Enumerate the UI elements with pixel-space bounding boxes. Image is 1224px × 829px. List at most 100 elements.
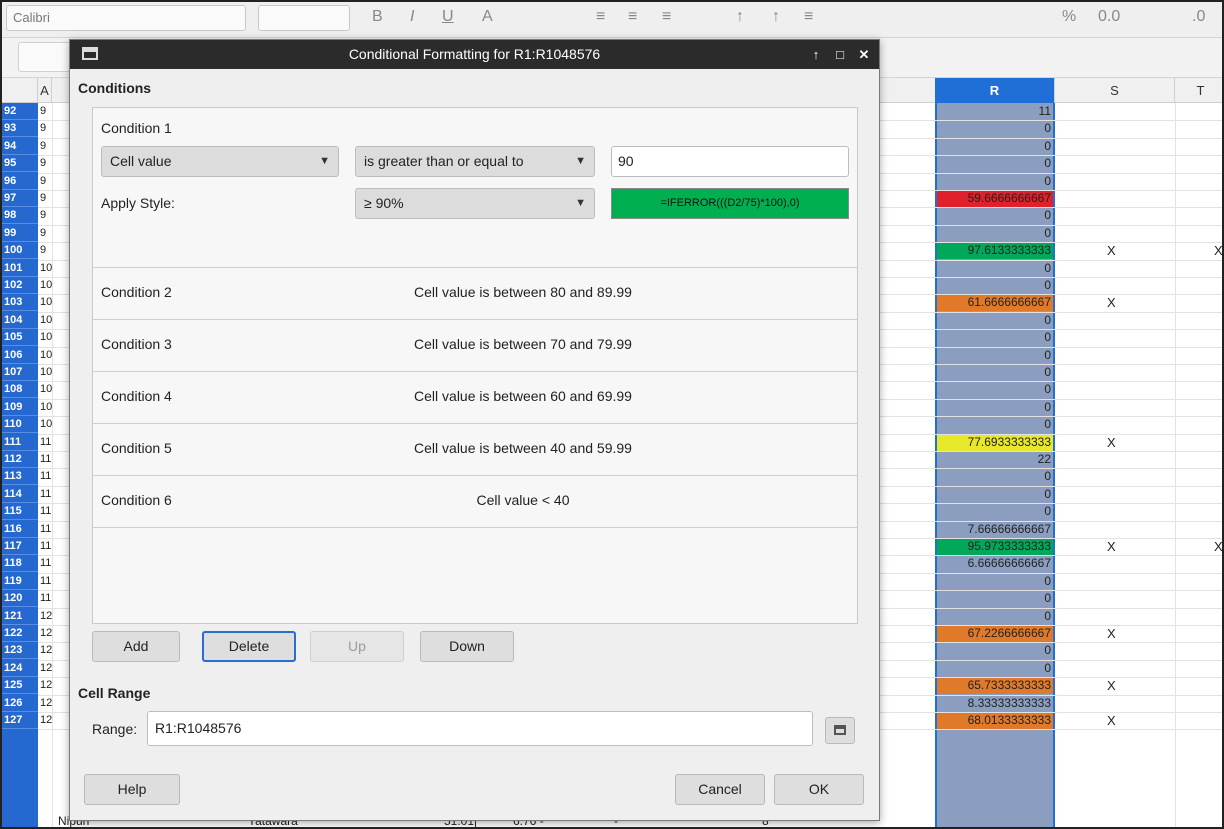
cell-r[interactable]: 0 (937, 486, 1053, 503)
cell-a[interactable]: 11 (40, 486, 52, 503)
cell-r[interactable]: 0 (937, 347, 1053, 364)
cell-s[interactable]: X (1107, 677, 1121, 694)
cancel-button[interactable]: Cancel (675, 774, 765, 805)
cell-a[interactable]: 11 (40, 573, 52, 590)
cell-a[interactable]: 10 (40, 294, 52, 311)
cell-r[interactable]: 0 (937, 381, 1053, 398)
cell-s[interactable]: X (1107, 625, 1121, 642)
cell-r[interactable]: 0 (937, 312, 1053, 329)
keep-above-icon[interactable]: ↑ (806, 40, 826, 69)
condition-type-dropdown[interactable]: Cell value ▼ (101, 146, 339, 177)
cell-a[interactable]: 11 (40, 451, 52, 468)
cell-a[interactable]: 9 (40, 120, 52, 137)
cell-r[interactable]: 7.66666666667 (937, 521, 1053, 538)
cell-a[interactable]: 9 (40, 103, 52, 120)
cell-a[interactable]: 10 (40, 364, 52, 381)
row-header[interactable]: 116 (2, 521, 38, 538)
cell-a[interactable]: 10 (40, 399, 52, 416)
shrink-dialog-button[interactable] (825, 717, 855, 744)
cell-r[interactable]: 0 (937, 642, 1053, 659)
cell-a[interactable]: 126 (40, 712, 52, 729)
cell-r[interactable]: 0 (937, 503, 1053, 520)
cell-a[interactable]: 9 (40, 207, 52, 224)
row-header[interactable]: 106 (2, 347, 38, 364)
cell-r[interactable]: 0 (937, 573, 1053, 590)
row-header[interactable]: 109 (2, 399, 38, 416)
row-header[interactable]: 110 (2, 416, 38, 434)
close-icon[interactable]: ✕ (854, 40, 874, 69)
cell-r[interactable]: 0 (937, 416, 1053, 433)
condition-row[interactable]: Condition 2 Cell value is between 80 and… (93, 268, 857, 320)
decimal-format-icon[interactable]: 0.0 (1098, 8, 1120, 26)
cell-a[interactable]: 10 (40, 312, 52, 329)
row-header[interactable]: 105 (2, 329, 38, 347)
cell-a[interactable]: 10 (40, 329, 52, 346)
up-button[interactable]: Up (310, 631, 404, 662)
row-header[interactable]: 123 (2, 642, 38, 660)
underline-icon[interactable]: U (442, 8, 454, 26)
row-header[interactable]: 100 (2, 242, 38, 260)
row-header[interactable]: 103 (2, 294, 38, 312)
cell-r[interactable]: 0 (937, 138, 1053, 155)
row-header[interactable]: 107 (2, 364, 38, 381)
cell-a[interactable]: 12 (40, 695, 52, 712)
cell-a[interactable]: 10 (40, 260, 52, 277)
cell-r[interactable]: 0 (937, 329, 1053, 346)
cell-r[interactable]: 95.9733333333 (937, 538, 1053, 555)
italic-icon[interactable]: I (410, 8, 414, 26)
cell-r[interactable]: 0 (937, 399, 1053, 416)
cell-a[interactable]: 10 (40, 277, 52, 294)
cell-r[interactable]: 0 (937, 155, 1053, 172)
row-header[interactable]: 115 (2, 503, 38, 521)
row-header[interactable]: 93 (2, 120, 38, 138)
align-top-icon[interactable]: ↑ (736, 8, 744, 26)
cell-a[interactable]: 12 (40, 660, 52, 677)
cell-s[interactable]: X (1107, 538, 1121, 555)
cell-a[interactable]: 11 (40, 590, 52, 607)
maximize-icon[interactable]: □ (830, 40, 850, 69)
cell-r[interactable]: 0 (937, 225, 1053, 242)
cell-r[interactable]: 0 (937, 120, 1053, 137)
cell-a[interactable]: 12 (40, 625, 52, 642)
row-header[interactable]: 118 (2, 555, 38, 573)
cell-a[interactable]: 9 (40, 190, 52, 207)
row-header[interactable]: 127 (2, 712, 38, 729)
row-header[interactable]: 108 (2, 381, 38, 399)
cell-r[interactable]: 67.2266666667 (937, 625, 1053, 642)
row-header[interactable]: 92 (2, 103, 38, 120)
row-header[interactable]: 98 (2, 207, 38, 225)
cell-a[interactable]: 11 (40, 555, 52, 572)
column-header-a[interactable]: A (38, 78, 52, 103)
cell-s[interactable]: X (1107, 434, 1121, 451)
condition-1-editor[interactable]: Condition 1 Cell value ▼ is greater than… (93, 108, 857, 268)
row-header[interactable]: 96 (2, 173, 38, 190)
cell-t[interactable]: X (1214, 538, 1222, 555)
cell-s[interactable]: X (1107, 712, 1121, 729)
row-header[interactable]: 95 (2, 155, 38, 173)
bold-icon[interactable]: B (372, 8, 383, 26)
row-header[interactable]: 111 (2, 434, 38, 451)
cell-r[interactable]: 11 (937, 103, 1053, 120)
cell-a[interactable]: 11 (40, 503, 52, 520)
row-header[interactable]: 114 (2, 486, 38, 503)
percent-format-icon[interactable]: % (1062, 8, 1076, 26)
conditions-list[interactable]: Condition 1 Cell value ▼ is greater than… (92, 107, 858, 624)
condition-row[interactable]: Condition 6 Cell value < 40 (93, 476, 857, 528)
row-header[interactable]: 101 (2, 260, 38, 277)
cell-a[interactable]: 12 (40, 608, 52, 625)
cell-r[interactable]: 0 (937, 590, 1053, 607)
row-header[interactable]: 120 (2, 590, 38, 608)
cell-a[interactable]: 11 (40, 521, 52, 538)
cell-r[interactable]: 0 (937, 364, 1053, 381)
row-header[interactable]: 126 (2, 695, 38, 712)
condition-row[interactable]: Condition 3 Cell value is between 70 and… (93, 320, 857, 372)
delete-button[interactable]: Delete (202, 631, 296, 662)
column-header-s[interactable]: S (1055, 78, 1175, 103)
cell-r[interactable]: 0 (937, 207, 1053, 224)
cell-a[interactable]: 9 (40, 225, 52, 242)
cell-r[interactable]: 65.7333333333 (937, 677, 1053, 695)
cell-a[interactable]: 12 (40, 677, 52, 694)
align-left-icon[interactable]: ≡ (596, 8, 605, 26)
align-bottom-icon[interactable]: ≡ (804, 8, 813, 26)
row-header[interactable]: 99 (2, 225, 38, 242)
